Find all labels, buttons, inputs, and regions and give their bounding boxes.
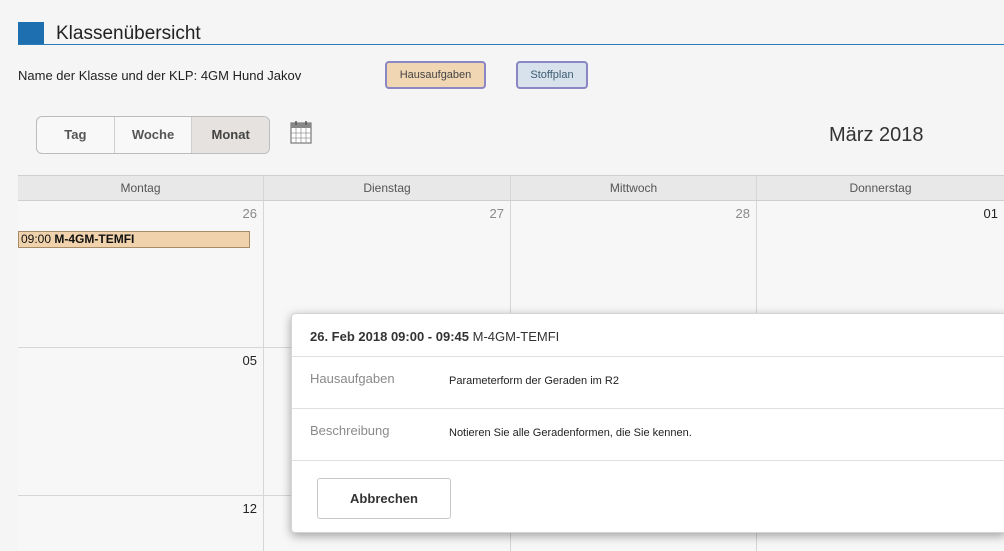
weekday-thursday: Donnerstag (849, 181, 912, 195)
divider (292, 460, 1004, 461)
day-cell[interactable]: 05 (18, 348, 264, 496)
weekday-tuesday: Dienstag (264, 176, 511, 200)
weekday-wednesday: Mittwoch (511, 176, 757, 200)
hausaufgaben-label: Hausaufgaben (310, 371, 395, 386)
day-cell[interactable]: 26 09:00 M-4GM-TEMFI (18, 201, 264, 348)
popup-header: 26. Feb 2018 09:00 - 09:45 M-4GM-TEMFI (310, 329, 559, 344)
divider (292, 408, 1004, 409)
event-details-popup: 26. Feb 2018 09:00 - 09:45 M-4GM-TEMFI H… (291, 313, 1004, 533)
page-header: Klassenübersicht (18, 22, 1004, 45)
page-title: Klassenübersicht (56, 23, 201, 44)
day-cell[interactable]: 12 (18, 496, 264, 551)
view-month-button[interactable]: Monat (192, 117, 269, 153)
day-number: 01 (983, 206, 998, 221)
popup-event-time: 26. Feb 2018 09:00 - 09:45 (310, 329, 473, 344)
header-accent-square (18, 22, 44, 44)
cancel-button[interactable]: Abbrechen (317, 478, 451, 519)
day-number: 26 (242, 206, 257, 221)
hausaufgaben-button[interactable]: Hausaufgaben (385, 61, 486, 89)
weekday-monday: Montag (18, 176, 264, 200)
beschreibung-label: Beschreibung (310, 423, 390, 438)
hausaufgaben-value: Parameterform der Geraden im R2 (449, 375, 619, 387)
divider (292, 356, 1004, 357)
day-number: 27 (489, 206, 504, 221)
event-time: 09:00 (21, 232, 55, 246)
stoffplan-button[interactable]: Stoffplan (516, 61, 588, 89)
event-name: M-4GM-TEMFI (54, 232, 135, 246)
month-label: März 2018 (829, 124, 924, 146)
weekday-header: Montag Dienstag Mittwoch Donnerstag (18, 175, 1004, 201)
day-number: 05 (242, 353, 257, 368)
view-day-button[interactable]: Tag (37, 117, 115, 153)
calendar-event[interactable]: 09:00 M-4GM-TEMFI (18, 231, 250, 248)
day-number: 28 (735, 206, 750, 221)
view-switch: Tag Woche Monat (36, 116, 270, 154)
popup-event-name: M-4GM-TEMFI (472, 329, 560, 344)
beschreibung-value: Notieren Sie alle Geradenformen, die Sie… (449, 427, 692, 439)
day-number: 12 (242, 501, 257, 516)
view-week-button[interactable]: Woche (115, 117, 193, 153)
class-info: Name der Klasse und der KLP: 4GM Hund Ja… (18, 68, 302, 83)
calendar-icon[interactable] (290, 120, 312, 149)
